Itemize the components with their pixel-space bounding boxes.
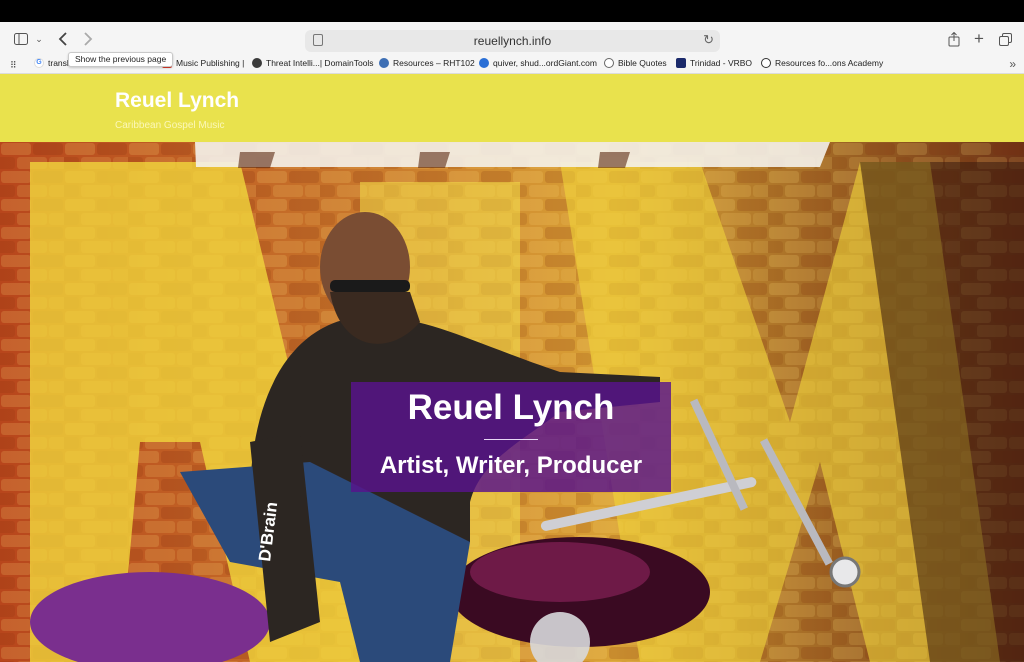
share-icon[interactable]: [945, 30, 963, 48]
forward-button[interactable]: [80, 30, 96, 48]
wordgiant-icon: [479, 58, 489, 68]
hero-divider: [484, 439, 538, 440]
back-button[interactable]: [55, 30, 71, 48]
url-text: reuellynch.info: [473, 34, 552, 48]
browser-toolbar: ⌄ reuellynch.info ↻ +: [0, 22, 1024, 56]
bookmark-item[interactable]: Threat Intelli...| DomainTools: [252, 58, 374, 68]
back-tooltip: Show the previous page: [68, 52, 174, 67]
hero-banner: Reuel Lynch Artist, Writer, Producer: [351, 382, 671, 492]
bookmark-item[interactable]: Resources – RHT102: [379, 58, 475, 68]
new-tab-icon[interactable]: +: [970, 29, 988, 48]
vrbo-icon: [676, 58, 686, 68]
top-black-bar: [0, 0, 1024, 22]
tabs-overview-icon[interactable]: [996, 30, 1014, 48]
bookmark-item[interactable]: quiver, shud...ordGiant.com: [479, 58, 597, 68]
academy-icon: [761, 58, 771, 68]
hero-section: D'Brain Reuel Lynch Artist, Writer, Prod…: [0, 142, 1024, 662]
site-header: Reuel Lynch Caribbean Gospel Music: [0, 74, 1024, 142]
address-bar[interactable]: reuellynch.info ↻: [305, 30, 720, 52]
google-icon: G: [34, 58, 44, 68]
bookmark-item[interactable]: Music Publishing |: [162, 58, 244, 68]
chevron-right-double-icon[interactable]: »: [1009, 57, 1016, 71]
site-tagline: Caribbean Gospel Music: [115, 120, 225, 131]
bookmark-item[interactable]: Trinidad - VRBO: [676, 58, 752, 68]
sidebar-toggle-icon[interactable]: [12, 30, 30, 48]
gear-icon: [252, 58, 262, 68]
wordpress-icon: [379, 58, 389, 68]
browser-chrome: ⌄ reuellynch.info ↻ + Show the previous …: [0, 22, 1024, 74]
bookmark-item[interactable]: Resources fo...ons Academy: [761, 58, 883, 68]
hero-subtitle: Artist, Writer, Producer: [379, 452, 643, 479]
chevron-down-icon[interactable]: ⌄: [34, 30, 44, 48]
bookmark-item[interactable]: Bible Quotes: [604, 58, 667, 68]
site-title[interactable]: Reuel Lynch: [115, 89, 239, 113]
reload-icon[interactable]: ↻: [703, 32, 714, 48]
hero-title: Reuel Lynch: [407, 388, 615, 427]
page-icon: [313, 34, 323, 46]
grid-icon[interactable]: ⠿: [10, 60, 20, 70]
globe-icon: [604, 58, 614, 68]
